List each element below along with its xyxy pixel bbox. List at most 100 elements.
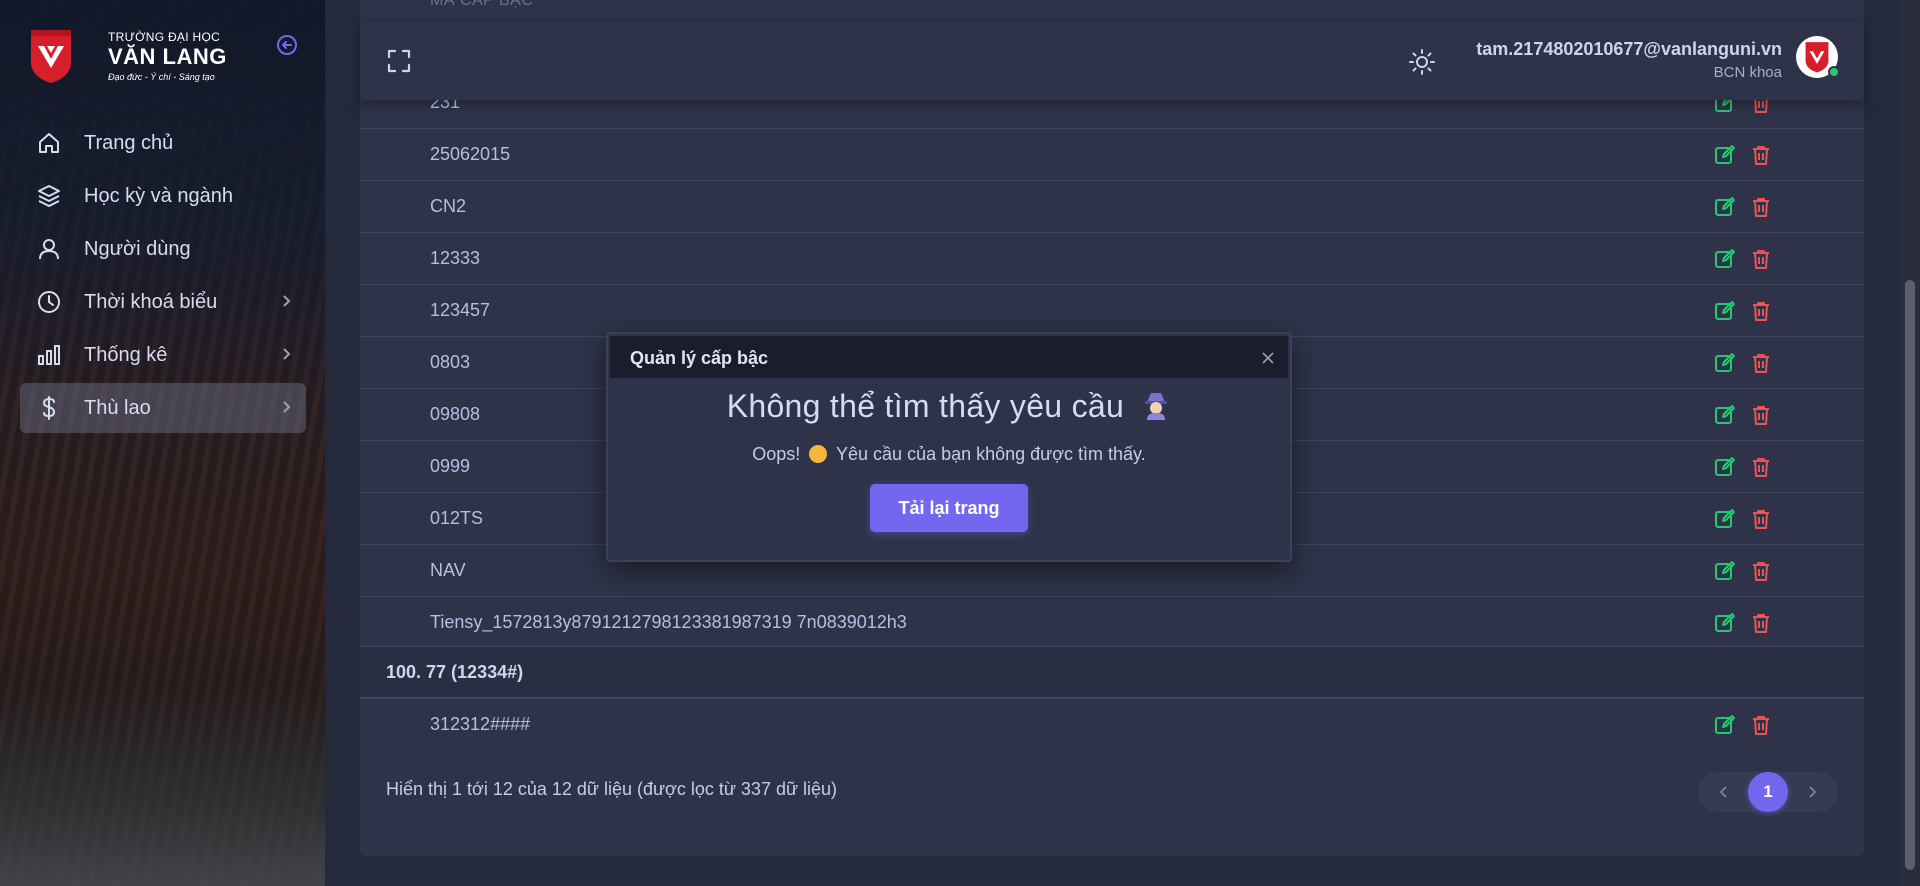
sidebar-item-statistics[interactable]: Thống kê: [20, 330, 306, 380]
edit-icon[interactable]: [1714, 144, 1736, 166]
modal-title: Quản lý cấp bậc: [630, 348, 769, 368]
user-role: BCN khoa: [1713, 64, 1782, 81]
chevron-right-icon: [283, 295, 291, 307]
edit-icon[interactable]: [1714, 508, 1736, 530]
close-icon[interactable]: [1260, 350, 1276, 366]
table-row: 12333: [360, 232, 1864, 284]
delete-icon[interactable]: [1750, 144, 1772, 166]
delete-icon[interactable]: [1750, 352, 1772, 374]
sidebar-item-home[interactable]: Trang chủ: [20, 118, 306, 168]
online-status-dot: [1828, 66, 1840, 78]
pagination-page-current[interactable]: 1: [1748, 772, 1788, 812]
pagination: 1: [1698, 772, 1838, 812]
reload-page-button[interactable]: Tải lại trang: [870, 484, 1028, 532]
delete-icon[interactable]: [1750, 196, 1772, 218]
rank-code: NAV: [430, 560, 466, 580]
delete-icon[interactable]: [1750, 404, 1772, 426]
bar-chart-icon: [36, 342, 62, 368]
avatar[interactable]: [1796, 36, 1840, 78]
brand-slogan: Đạo đức - Ý chí - Sáng tạo: [108, 72, 215, 82]
home-icon: [36, 130, 62, 156]
row-actions: [1714, 144, 1772, 166]
delete-icon[interactable]: [1750, 248, 1772, 270]
row-actions: [1714, 612, 1772, 634]
edit-icon[interactable]: [1714, 352, 1736, 374]
collapse-sidebar-icon[interactable]: [276, 34, 298, 56]
edit-icon[interactable]: [1714, 248, 1736, 270]
edit-icon[interactable]: [1714, 404, 1736, 426]
delete-icon[interactable]: [1750, 714, 1772, 736]
sidebar-item-timetable[interactable]: Thời khoá biểu: [20, 277, 306, 327]
fullscreen-icon[interactable]: [386, 48, 412, 74]
delete-icon[interactable]: [1750, 508, 1772, 530]
row-actions: [1714, 248, 1772, 270]
table-info: Hiển thị 1 tới 12 của 12 dữ liệu (được l…: [386, 779, 838, 799]
sidebar-item-label: Trang chủ: [84, 131, 174, 154]
modal-message: Oops! Yêu cầu của bạn không được tìm thấ…: [608, 444, 1290, 465]
rank-code: 0999: [430, 456, 471, 476]
edit-icon[interactable]: [1714, 612, 1736, 634]
rank-code: 123457: [430, 300, 491, 320]
row-actions: [1714, 508, 1772, 530]
edit-icon[interactable]: [1714, 300, 1736, 322]
modal-header: Quản lý cấp bậc: [610, 336, 1288, 378]
row-actions: [1714, 456, 1772, 478]
sidebar-item-label: Thù lao: [84, 396, 151, 419]
brand-subtitle: TRƯỜNG ĐẠI HỌC: [108, 30, 221, 44]
sun-icon[interactable]: [1408, 48, 1436, 76]
sidebar-item-label: Người dùng: [84, 237, 191, 260]
delete-icon[interactable]: [1750, 560, 1772, 582]
brand[interactable]: TRƯỜNG ĐẠI HỌC VĂN LANG Đạo đức - Ý chí …: [28, 28, 227, 84]
clock-icon: [36, 289, 62, 315]
table-row: Tiensy_1572813y8791212798123381987319 7n…: [360, 596, 1864, 648]
chevron-right-icon: [283, 348, 291, 360]
brand-name: VĂN LANG: [108, 44, 227, 69]
chevron-right-icon: [283, 401, 291, 413]
sidebar-item-semester-major[interactable]: Học kỳ và ngành: [20, 171, 306, 221]
sidebar-menu: Trang chủ Học kỳ và ngành Người dùng Thờ…: [20, 118, 306, 436]
edit-icon[interactable]: [1714, 560, 1736, 582]
chevron-left-icon[interactable]: [1714, 782, 1734, 802]
layers-icon: [36, 183, 62, 209]
university-logo-icon: [31, 30, 71, 83]
modal-message-prefix: Oops!: [752, 444, 801, 464]
sidebar-item-label: Thời khoá biểu: [84, 290, 218, 313]
rank-code: Tiensy_1572813y8791212798123381987319 7n…: [430, 612, 907, 632]
row-actions: [1714, 300, 1772, 322]
scrollbar[interactable]: [1900, 0, 1920, 886]
user-email: tam.2174802010677@vanlanguni.vn: [1476, 39, 1782, 59]
table-row: 123457: [360, 284, 1864, 336]
rank-code: 012TS: [430, 508, 484, 528]
rank-code: CN2: [430, 196, 467, 216]
row-actions: [1714, 560, 1772, 582]
rank-code: 25062015: [430, 144, 511, 164]
university-logo-icon: [1805, 42, 1829, 73]
scrollbar-thumb[interactable]: [1905, 280, 1915, 870]
edit-icon[interactable]: [1714, 714, 1736, 736]
delete-icon[interactable]: [1750, 300, 1772, 322]
chevron-right-icon[interactable]: [1802, 782, 1822, 802]
group-label: 100. 77 (12334#): [386, 662, 524, 682]
table-row: 25062015: [360, 128, 1864, 180]
dollar-icon: [36, 395, 62, 421]
rank-code: 0803: [430, 352, 471, 372]
delete-icon[interactable]: [1750, 612, 1772, 634]
rank-code: 12333: [430, 248, 481, 268]
edit-icon[interactable]: [1714, 456, 1736, 478]
row-actions: [1714, 714, 1772, 736]
user-icon: [36, 236, 62, 262]
sidebar-item-users[interactable]: Người dùng: [20, 224, 306, 274]
rank-code: 09808: [430, 404, 481, 424]
confounded-face-emoji-icon: [809, 445, 828, 463]
delete-icon[interactable]: [1750, 456, 1772, 478]
sidebar-item-remuneration[interactable]: Thù lao: [20, 383, 306, 433]
sidebar-item-label: Học kỳ và ngành: [84, 184, 233, 207]
rank-code: 312312####: [430, 714, 531, 734]
row-actions: [1714, 196, 1772, 218]
row-actions: [1714, 352, 1772, 374]
detective-emoji-icon: [1145, 393, 1168, 420]
edit-icon[interactable]: [1714, 196, 1736, 218]
sidebar: TRƯỜNG ĐẠI HỌC VĂN LANG Đạo đức - Ý chí …: [0, 0, 325, 886]
modal-heading-text: Không thể tìm thấy yêu cầu: [726, 388, 1125, 424]
modal-heading: Không thể tìm thấy yêu cầu: [608, 388, 1290, 425]
